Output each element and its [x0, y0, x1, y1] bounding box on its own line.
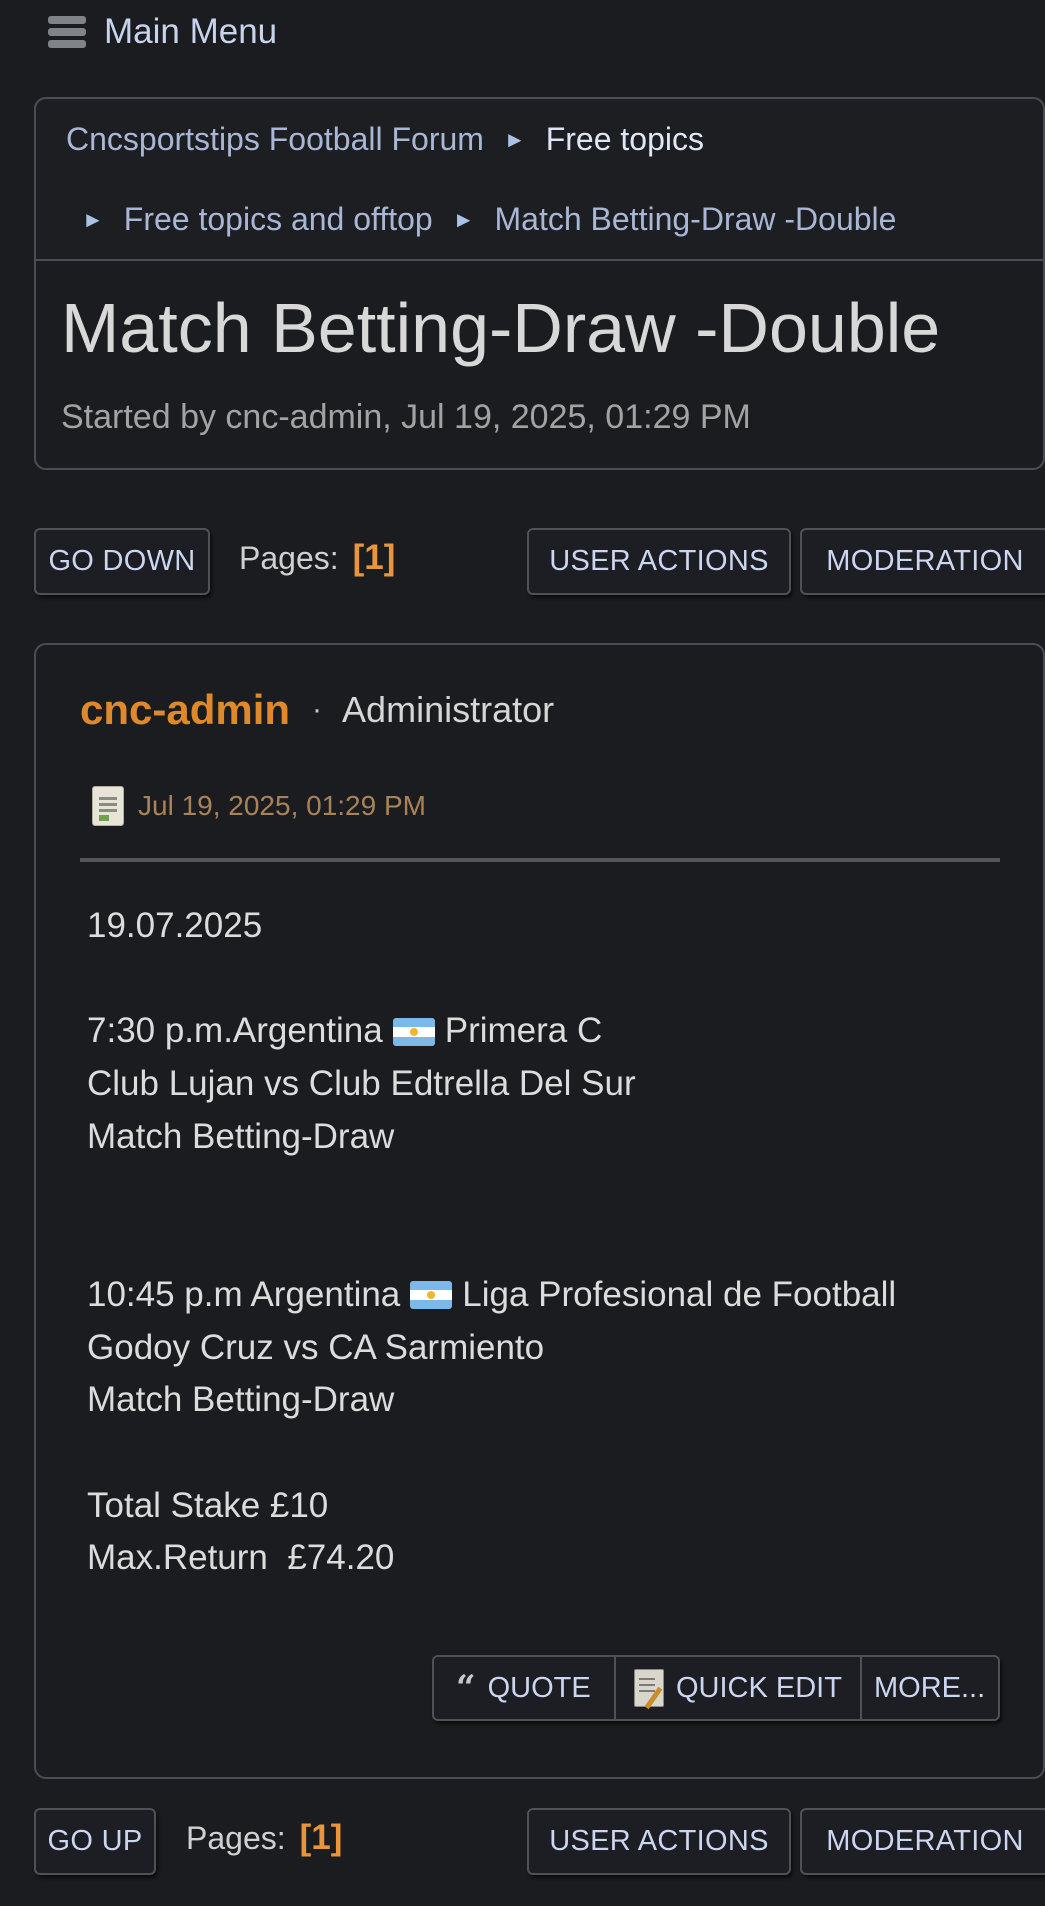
- quick-edit-label: QUICK EDIT: [676, 1671, 842, 1704]
- argentina-flag-icon: [392, 1017, 435, 1046]
- breadcrumb-separator-icon: ►: [452, 206, 475, 232]
- max-return: Max.Return £74.20: [87, 1538, 395, 1578]
- match1-market: Match Betting-Draw: [87, 1116, 395, 1156]
- match2-league: Liga Profesional de Football: [462, 1274, 897, 1314]
- quote-button[interactable]: “ QUOTE: [434, 1657, 616, 1719]
- quote-label: QUOTE: [487, 1671, 591, 1704]
- breadcrumb-free-topics[interactable]: Free topics: [546, 121, 704, 158]
- topic-started-by: Started by cnc-admin, Jul 19, 2025, 01:2…: [61, 398, 751, 436]
- post-line: 7:30 p.m.Argentina Primera C: [87, 1005, 896, 1058]
- match2-market: Match Betting-Draw: [87, 1380, 395, 1420]
- moderation-button[interactable]: MODERATION: [800, 528, 1045, 595]
- more-button[interactable]: MORE...: [862, 1657, 998, 1719]
- post-line: 19.07.2025: [87, 906, 263, 945]
- pages-label: Pages:: [239, 539, 339, 576]
- main-menu-label: Main Menu: [104, 12, 278, 51]
- pages-top: Pages: [1]: [239, 538, 395, 578]
- pages-bottom: Pages: [1]: [186, 1818, 342, 1858]
- breadcrumb-separator-icon: ►: [503, 126, 526, 152]
- post-meta: Jul 19, 2025, 01:29 PM: [92, 786, 426, 826]
- argentina-flag-icon: [410, 1281, 453, 1310]
- quick-edit-button[interactable]: QUICK EDIT: [616, 1657, 862, 1719]
- match2-teams: Godoy Cruz vs CA Sarmiento: [87, 1327, 545, 1367]
- post-actions: “ QUOTE QUICK EDIT MORE...: [432, 1655, 1000, 1721]
- post-divider: [80, 858, 1000, 862]
- post-date[interactable]: Jul 19, 2025, 01:29 PM: [138, 790, 426, 822]
- breadcrumb: Cncsportstips Football Forum ► Free topi…: [34, 97, 1045, 261]
- breadcrumb-forum[interactable]: Cncsportstips Football Forum: [66, 121, 484, 158]
- post-line: 10:45 p.m Argentina Liga Profesional de …: [87, 1269, 896, 1322]
- post-author-role: Administrator: [342, 689, 555, 730]
- moderation-button[interactable]: MODERATION: [800, 1808, 1045, 1875]
- edit-icon: [634, 1669, 664, 1707]
- post-author[interactable]: cnc-admin: [80, 686, 290, 734]
- go-up-button[interactable]: GO UP: [34, 1808, 156, 1875]
- match1-time: 7:30 p.m.Argentina: [87, 1011, 383, 1051]
- match2-time: 10:45 p.m Argentina: [87, 1274, 401, 1314]
- post-body: 19.07.2025 7:30 p.m.Argentina Primera C …: [87, 900, 896, 1585]
- pages-label: Pages:: [186, 1819, 286, 1856]
- post-author-info: cnc-admin · Administrator: [80, 686, 554, 734]
- go-down-button[interactable]: GO DOWN: [34, 528, 210, 595]
- match1-teams: Club Lujan vs Club Edtrella Del Sur: [87, 1064, 636, 1104]
- breadcrumb-free-topics-offtop[interactable]: Free topics and offtop: [124, 201, 433, 238]
- page-title: Match Betting-Draw -Double: [61, 289, 941, 367]
- breadcrumb-current-topic[interactable]: Match Betting-Draw -Double: [495, 201, 897, 238]
- hamburger-icon: [48, 13, 86, 51]
- match1-league: Primera C: [444, 1011, 603, 1051]
- total-stake: Total Stake £10: [87, 1485, 329, 1525]
- quote-icon: “: [456, 1668, 476, 1708]
- user-actions-button[interactable]: USER ACTIONS: [527, 528, 791, 595]
- current-page[interactable]: [1]: [300, 1818, 343, 1858]
- author-separator: ·: [312, 693, 323, 726]
- document-icon: [92, 786, 124, 826]
- main-menu-button[interactable]: Main Menu: [48, 8, 277, 56]
- breadcrumb-separator-icon: ►: [82, 206, 104, 232]
- current-page[interactable]: [1]: [353, 538, 396, 578]
- user-actions-button[interactable]: USER ACTIONS: [527, 1808, 791, 1875]
